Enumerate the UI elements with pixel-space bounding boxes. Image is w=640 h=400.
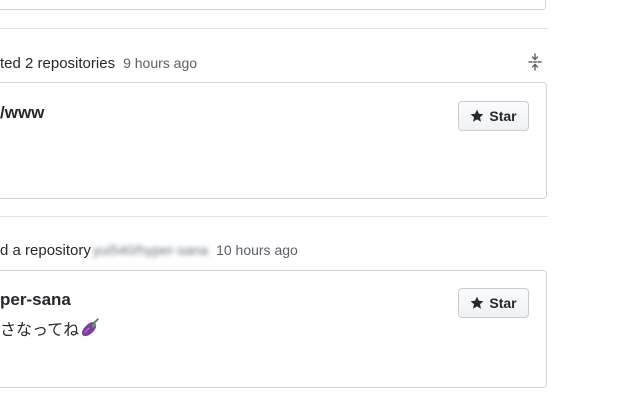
star-icon bbox=[470, 109, 484, 122]
feed-divider bbox=[0, 216, 548, 217]
eggplant-icon bbox=[82, 318, 99, 337]
feed-item-header: d a repository yui540/hyper-sana 10 hour… bbox=[0, 238, 298, 262]
repo-description-text: さなってね bbox=[0, 322, 80, 339]
feed-divider bbox=[0, 28, 548, 29]
repo-card bbox=[0, 82, 547, 199]
repo-name-link[interactable]: per-sana bbox=[0, 290, 71, 310]
unfold-icon[interactable] bbox=[527, 53, 543, 71]
star-button-label: Star bbox=[489, 295, 517, 311]
repo-name-link[interactable]: /www bbox=[0, 103, 44, 123]
star-button[interactable]: Star bbox=[458, 288, 529, 318]
feed-action-text: d a repository bbox=[0, 241, 91, 259]
activity-feed: ted 2 repositories 9 hours ago /www Star… bbox=[0, 0, 640, 400]
feed-timestamp[interactable]: 9 hours ago bbox=[123, 55, 197, 71]
feed-timestamp[interactable]: 10 hours ago bbox=[216, 242, 298, 258]
feed-action-text: ted 2 repositories bbox=[0, 54, 116, 72]
star-button[interactable]: Star bbox=[458, 101, 529, 131]
blurred-repo-link[interactable]: yui540/hyper-sana bbox=[93, 242, 208, 258]
star-icon bbox=[470, 296, 484, 309]
previous-repo-card bbox=[0, 0, 546, 10]
star-button-label: Star bbox=[489, 108, 517, 124]
repo-description: さなってね bbox=[0, 316, 100, 340]
feed-item-header: ted 2 repositories 9 hours ago bbox=[0, 51, 197, 75]
